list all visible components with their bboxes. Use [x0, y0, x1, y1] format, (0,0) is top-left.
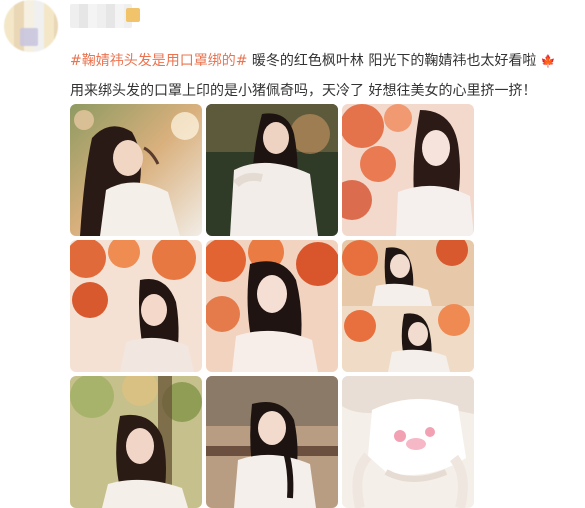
post-header: [0, 0, 585, 52]
photo-grid: [70, 104, 478, 508]
post-text-line2: 用来绑头发的口罩上印的是小猪佩奇吗，天冷了 好想往美女的心里挤一挤！: [70, 83, 537, 99]
photo-2-image: [206, 104, 338, 236]
photo-5[interactable]: [206, 240, 338, 372]
photo-9[interactable]: [342, 376, 474, 508]
username-blurred[interactable]: [70, 4, 140, 28]
photo-8[interactable]: [206, 376, 338, 508]
photo-6[interactable]: [342, 240, 474, 372]
photo-8-image: [206, 376, 338, 508]
photo-6-image: [342, 240, 474, 372]
post-text-line1: 暖冬的红色枫叶林 阳光下的鞠婧祎也太好看啦: [247, 53, 537, 69]
photo-3[interactable]: [342, 104, 474, 236]
hashtag-link[interactable]: #鞠婧祎头发是用口罩绑的#: [70, 53, 247, 69]
photo-5-image: [206, 240, 338, 372]
photo-4-image: [70, 240, 202, 372]
post-text: #鞠婧祎头发是用口罩绑的# 暖冬的红色枫叶林 阳光下的鞠婧祎也太好看啦 🍁 用来…: [70, 46, 575, 106]
photo-2[interactable]: [206, 104, 338, 236]
photo-7-image: [70, 376, 202, 508]
photo-3-image: [342, 104, 474, 236]
avatar[interactable]: [4, 0, 58, 52]
photo-4[interactable]: [70, 240, 202, 372]
photo-7[interactable]: [70, 376, 202, 508]
photo-1-image: [70, 104, 202, 236]
maple-leaf-icon: 🍁: [540, 54, 556, 68]
photo-1[interactable]: [70, 104, 202, 236]
photo-9-image: [342, 376, 474, 508]
